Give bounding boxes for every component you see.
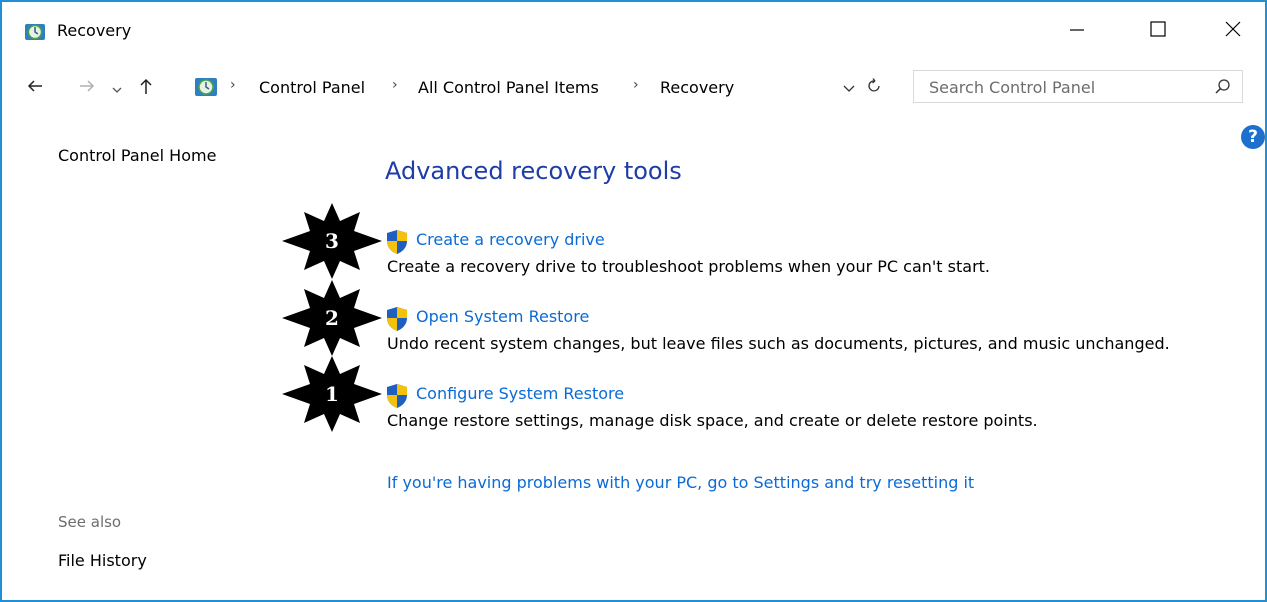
- maximize-icon: [1149, 20, 1167, 42]
- navigation-bar: › Control Panel › All Control Panel Item…: [2, 70, 1265, 106]
- breadcrumb-separator: ›: [633, 77, 639, 93]
- configure-system-restore-link[interactable]: Configure System Restore: [416, 384, 624, 403]
- step-number: 3: [325, 229, 339, 253]
- uac-shield-icon: [385, 229, 409, 255]
- recent-locations-button[interactable]: [108, 74, 126, 102]
- title-bar: Recovery: [2, 2, 1265, 60]
- address-dropdown-button[interactable]: [840, 75, 858, 99]
- uac-shield-icon: [385, 383, 409, 409]
- arrow-left-icon: [26, 78, 44, 98]
- control-panel-home-link[interactable]: Control Panel Home: [58, 146, 216, 165]
- breadcrumb-separator: ›: [392, 77, 398, 93]
- chevron-down-icon: [112, 79, 122, 98]
- recovery-window: Recovery › Control Panel › All Control P…: [0, 0, 1267, 602]
- recovery-app-icon: [24, 22, 46, 42]
- minimize-button[interactable]: [1049, 2, 1105, 60]
- breadcrumb-control-panel[interactable]: Control Panel: [259, 78, 365, 97]
- create-recovery-drive-description: Create a recovery drive to troubleshoot …: [387, 257, 990, 276]
- uac-shield-icon: [385, 306, 409, 332]
- step-badge-2: 2: [282, 280, 382, 356]
- refresh-button[interactable]: [864, 75, 886, 99]
- close-icon: [1224, 20, 1242, 42]
- see-also-label: See also: [58, 513, 122, 531]
- breadcrumb-recovery[interactable]: Recovery: [660, 78, 734, 97]
- create-recovery-drive-link[interactable]: Create a recovery drive: [416, 230, 605, 249]
- up-button[interactable]: [133, 74, 159, 102]
- arrow-right-icon: [78, 78, 96, 98]
- search-box[interactable]: Search Control Panel: [913, 70, 1243, 103]
- search-input[interactable]: Search Control Panel: [929, 78, 1095, 97]
- open-system-restore-link[interactable]: Open System Restore: [416, 307, 589, 326]
- step-number: 1: [325, 382, 339, 406]
- file-history-link[interactable]: File History: [58, 551, 147, 570]
- breadcrumb-all-items[interactable]: All Control Panel Items: [418, 78, 599, 97]
- open-system-restore-description: Undo recent system changes, but leave fi…: [387, 334, 1170, 353]
- step-badge-1: 1: [282, 356, 382, 432]
- maximize-button[interactable]: [1130, 2, 1186, 60]
- configure-system-restore-description: Change restore settings, manage disk spa…: [387, 411, 1038, 430]
- search-icon[interactable]: [1214, 78, 1232, 96]
- forward-button[interactable]: [74, 74, 100, 102]
- breadcrumb-separator: ›: [230, 77, 236, 93]
- window-title: Recovery: [57, 21, 132, 40]
- control-panel-icon: [194, 76, 218, 98]
- step-badge-3: 3: [282, 203, 382, 279]
- back-button[interactable]: [22, 74, 48, 102]
- reset-pc-link[interactable]: If you're having problems with your PC, …: [387, 473, 974, 492]
- close-button[interactable]: [1205, 2, 1261, 60]
- address-bar[interactable]: › Control Panel › All Control Panel Item…: [192, 72, 892, 102]
- arrow-up-icon: [138, 77, 154, 99]
- help-icon[interactable]: ?: [1241, 125, 1265, 149]
- chevron-down-icon: [843, 78, 855, 97]
- minimize-icon: [1068, 20, 1086, 42]
- refresh-icon: [868, 77, 882, 97]
- page-heading: Advanced recovery tools: [385, 157, 682, 185]
- step-number: 2: [325, 306, 339, 330]
